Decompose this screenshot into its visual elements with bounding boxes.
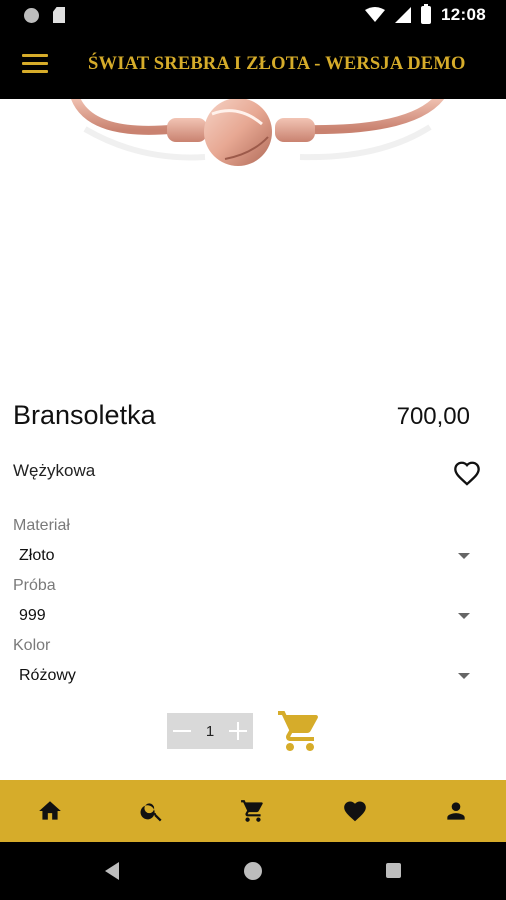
heart-icon	[344, 801, 366, 822]
product-screen: 12:08 ŚWIAT SREBRA I ZŁOTA - WERSJA DEMO	[0, 0, 506, 900]
quantity-value[interactable]: 1	[206, 723, 214, 740]
system-navigation-bar	[0, 842, 506, 900]
clock: 12:08	[441, 5, 486, 24]
battery-icon	[421, 4, 432, 24]
fineness-label: Próba	[13, 577, 56, 594]
dropdown-arrow-icon	[458, 673, 470, 679]
fineness-select[interactable]: 999	[13, 601, 483, 631]
recent-apps-icon[interactable]	[386, 863, 401, 878]
product-name: Bransoletka	[13, 400, 156, 430]
favorite-button[interactable]	[453, 460, 481, 486]
wifi-icon	[365, 7, 386, 22]
bracelet-image	[70, 99, 445, 166]
fineness-value: 999	[19, 607, 46, 624]
app-bar: ŚWIAT SREBRA I ZŁOTA - WERSJA DEMO	[0, 33, 506, 99]
dropdown-arrow-icon	[458, 553, 470, 559]
account-icon	[447, 802, 465, 820]
cart-icon	[278, 711, 318, 751]
home-circle-icon[interactable]	[244, 862, 262, 880]
quantity-stepper: 1	[167, 713, 253, 749]
color-select[interactable]: Różowy	[13, 661, 483, 691]
material-value: Złoto	[19, 547, 55, 564]
search-icon	[140, 803, 162, 822]
signal-icon	[395, 7, 412, 23]
material-label: Materiał	[13, 517, 70, 534]
product-subtitle: Wężykowa	[13, 461, 96, 480]
color-label: Kolor	[13, 637, 51, 654]
nav-search[interactable]	[137, 796, 167, 826]
color-value: Różowy	[19, 667, 76, 684]
sd-card-icon	[53, 7, 65, 23]
app-title: ŚWIAT SREBRA I ZŁOTA - WERSJA DEMO	[88, 54, 466, 74]
nav-favorites[interactable]	[340, 796, 370, 826]
notification-dot-icon	[24, 7, 39, 23]
cart-icon	[241, 800, 263, 822]
material-select[interactable]: Złoto	[13, 541, 483, 571]
increment-button[interactable]	[229, 722, 247, 740]
back-icon[interactable]	[105, 862, 119, 880]
nav-account[interactable]	[441, 796, 471, 826]
product-image[interactable]	[0, 99, 506, 359]
nav-home[interactable]	[35, 796, 65, 826]
menu-icon[interactable]	[22, 54, 48, 76]
decrement-button[interactable]	[173, 722, 191, 740]
home-icon	[39, 801, 61, 820]
dropdown-arrow-icon	[458, 613, 470, 619]
product-price: 700,00	[396, 403, 470, 430]
status-bar: 12:08	[0, 0, 506, 33]
nav-cart[interactable]	[238, 796, 268, 826]
heart-outline-icon	[454, 461, 480, 486]
add-to-cart-button[interactable]	[276, 707, 324, 755]
bottom-navigation	[0, 780, 506, 842]
